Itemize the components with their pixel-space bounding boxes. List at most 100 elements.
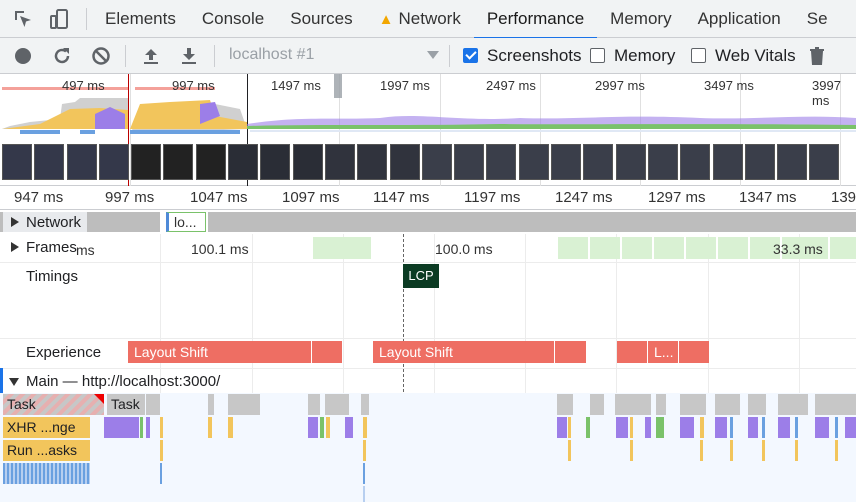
chevron-down-icon[interactable]: [427, 51, 439, 59]
flame-chart[interactable]: Network lo... Frames ms 100.1 ms 100.0 m…: [0, 210, 856, 502]
task-bar[interactable]: [308, 394, 320, 415]
task-bar[interactable]: [590, 394, 604, 415]
scripting-bar[interactable]: [228, 417, 233, 438]
lcp-marker[interactable]: LCP: [403, 264, 439, 288]
scripting-bar[interactable]: [700, 417, 704, 438]
screenshot-thumbnail[interactable]: [518, 144, 549, 180]
screenshot-thumbnail[interactable]: [680, 144, 711, 180]
tab-sources[interactable]: Sources: [277, 0, 365, 38]
download-icon[interactable]: [178, 45, 200, 67]
tab-security[interactable]: Se: [794, 0, 841, 38]
task-bar[interactable]: [680, 394, 706, 415]
layout-shift-bar[interactable]: Layout Shift: [373, 341, 554, 363]
screenshot-thumbnail[interactable]: [389, 144, 420, 180]
task-bar[interactable]: [815, 394, 856, 415]
collapse-arrow-icon[interactable]: [9, 378, 19, 386]
layout-shift-bar[interactable]: [312, 341, 342, 363]
layout-shift-bar[interactable]: [679, 341, 709, 363]
rendering-bar[interactable]: [845, 417, 856, 438]
scripting-bar[interactable]: [326, 417, 330, 438]
screenshot-thumbnail[interactable]: [454, 144, 485, 180]
scripting-bar[interactable]: [762, 440, 765, 461]
upload-icon[interactable]: [140, 45, 162, 67]
task-bar[interactable]: [748, 394, 766, 415]
screenshot-thumbnail[interactable]: [163, 144, 194, 180]
screenshot-thumbnail[interactable]: [615, 144, 646, 180]
rendering-bar[interactable]: [104, 417, 139, 438]
frame-bar[interactable]: [686, 237, 716, 259]
frame-bar[interactable]: [622, 237, 652, 259]
scripting-bar[interactable]: [208, 417, 212, 438]
tab-network[interactable]: ▲ Network: [366, 0, 474, 38]
device-toolbar-icon[interactable]: [48, 8, 70, 30]
task-bar[interactable]: [615, 394, 651, 415]
frame-bar[interactable]: [313, 237, 371, 259]
screenshot-thumbnail[interactable]: [98, 144, 129, 180]
layout-shift-bar[interactable]: L...: [648, 341, 678, 363]
rendering-bar[interactable]: [146, 417, 150, 438]
screenshot-thumbnail[interactable]: [66, 144, 97, 180]
task-bar[interactable]: [656, 394, 666, 415]
reload-icon[interactable]: [51, 45, 73, 67]
task-bar[interactable]: [361, 394, 369, 415]
screenshot-thumbnail[interactable]: [551, 144, 582, 180]
scripting-bar[interactable]: [160, 417, 163, 438]
scripting-bar[interactable]: [762, 417, 765, 438]
screenshot-thumbnail[interactable]: [647, 144, 678, 180]
tab-application[interactable]: Application: [685, 0, 794, 38]
frame-bar[interactable]: [590, 237, 620, 259]
painting-bar[interactable]: [140, 417, 143, 438]
layout-shift-bar[interactable]: Layout Shift: [128, 341, 311, 363]
trash-icon[interactable]: [806, 45, 828, 67]
record-icon[interactable]: [12, 45, 34, 67]
scripting-bar[interactable]: [730, 417, 733, 438]
tab-console[interactable]: Console: [189, 0, 277, 38]
frame-bar[interactable]: [718, 237, 748, 259]
rendering-bar[interactable]: [616, 417, 628, 438]
layout-shift-bar[interactable]: [617, 341, 647, 363]
rendering-bar[interactable]: [557, 417, 567, 438]
screenshot-thumbnail[interactable]: [34, 144, 65, 180]
task-bar[interactable]: [715, 394, 740, 415]
screenshot-thumbnail[interactable]: [292, 144, 323, 180]
function-call-bar[interactable]: [160, 463, 162, 484]
task-bar[interactable]: [325, 394, 349, 415]
task-bar[interactable]: [208, 394, 214, 415]
screenshot-thumbnail[interactable]: [421, 144, 452, 180]
tab-memory[interactable]: Memory: [597, 0, 684, 38]
expand-arrow-icon[interactable]: [11, 242, 19, 252]
long-task-bar[interactable]: Task: [3, 394, 104, 415]
clear-icon[interactable]: [90, 45, 112, 67]
scripting-bar[interactable]: [835, 417, 838, 438]
rendering-bar[interactable]: [748, 417, 758, 438]
xhr-event-bar[interactable]: XHR ...nge: [3, 417, 90, 438]
scripting-bar[interactable]: [795, 440, 798, 461]
screenshot-thumbnail[interactable]: [2, 144, 32, 180]
screenshot-thumbnail[interactable]: [583, 144, 614, 180]
scripting-bar[interactable]: [700, 440, 703, 461]
network-request-item[interactable]: lo...: [166, 212, 206, 232]
screenshot-thumbnail[interactable]: [357, 144, 388, 180]
screenshot-thumbnail[interactable]: [809, 144, 840, 180]
screenshot-thumbnail[interactable]: [777, 144, 808, 180]
painting-bar[interactable]: [320, 417, 324, 438]
rendering-bar[interactable]: [680, 417, 694, 438]
profile-select[interactable]: localhost #1: [229, 46, 314, 64]
scripting-bar[interactable]: [835, 440, 838, 461]
rendering-bar[interactable]: [778, 417, 790, 438]
tab-elements[interactable]: Elements: [92, 0, 189, 38]
scripting-bar[interactable]: [363, 417, 367, 438]
memory-checkbox[interactable]: [590, 48, 605, 63]
run-microtasks-bar[interactable]: Run ...asks: [3, 440, 90, 461]
scripting-bar[interactable]: [630, 440, 633, 461]
screenshot-thumbnail[interactable]: [744, 144, 775, 180]
painting-bar[interactable]: [586, 417, 590, 438]
scripting-bar[interactable]: [160, 440, 163, 461]
screenshot-thumbnail[interactable]: [131, 144, 162, 180]
expand-arrow-icon[interactable]: [11, 217, 19, 227]
scripting-bar[interactable]: [795, 417, 798, 438]
inspect-element-icon[interactable]: [12, 8, 34, 30]
screenshot-thumbnail[interactable]: [260, 144, 291, 180]
scripting-bar[interactable]: [568, 440, 571, 461]
layout-shift-bar[interactable]: [555, 341, 586, 363]
